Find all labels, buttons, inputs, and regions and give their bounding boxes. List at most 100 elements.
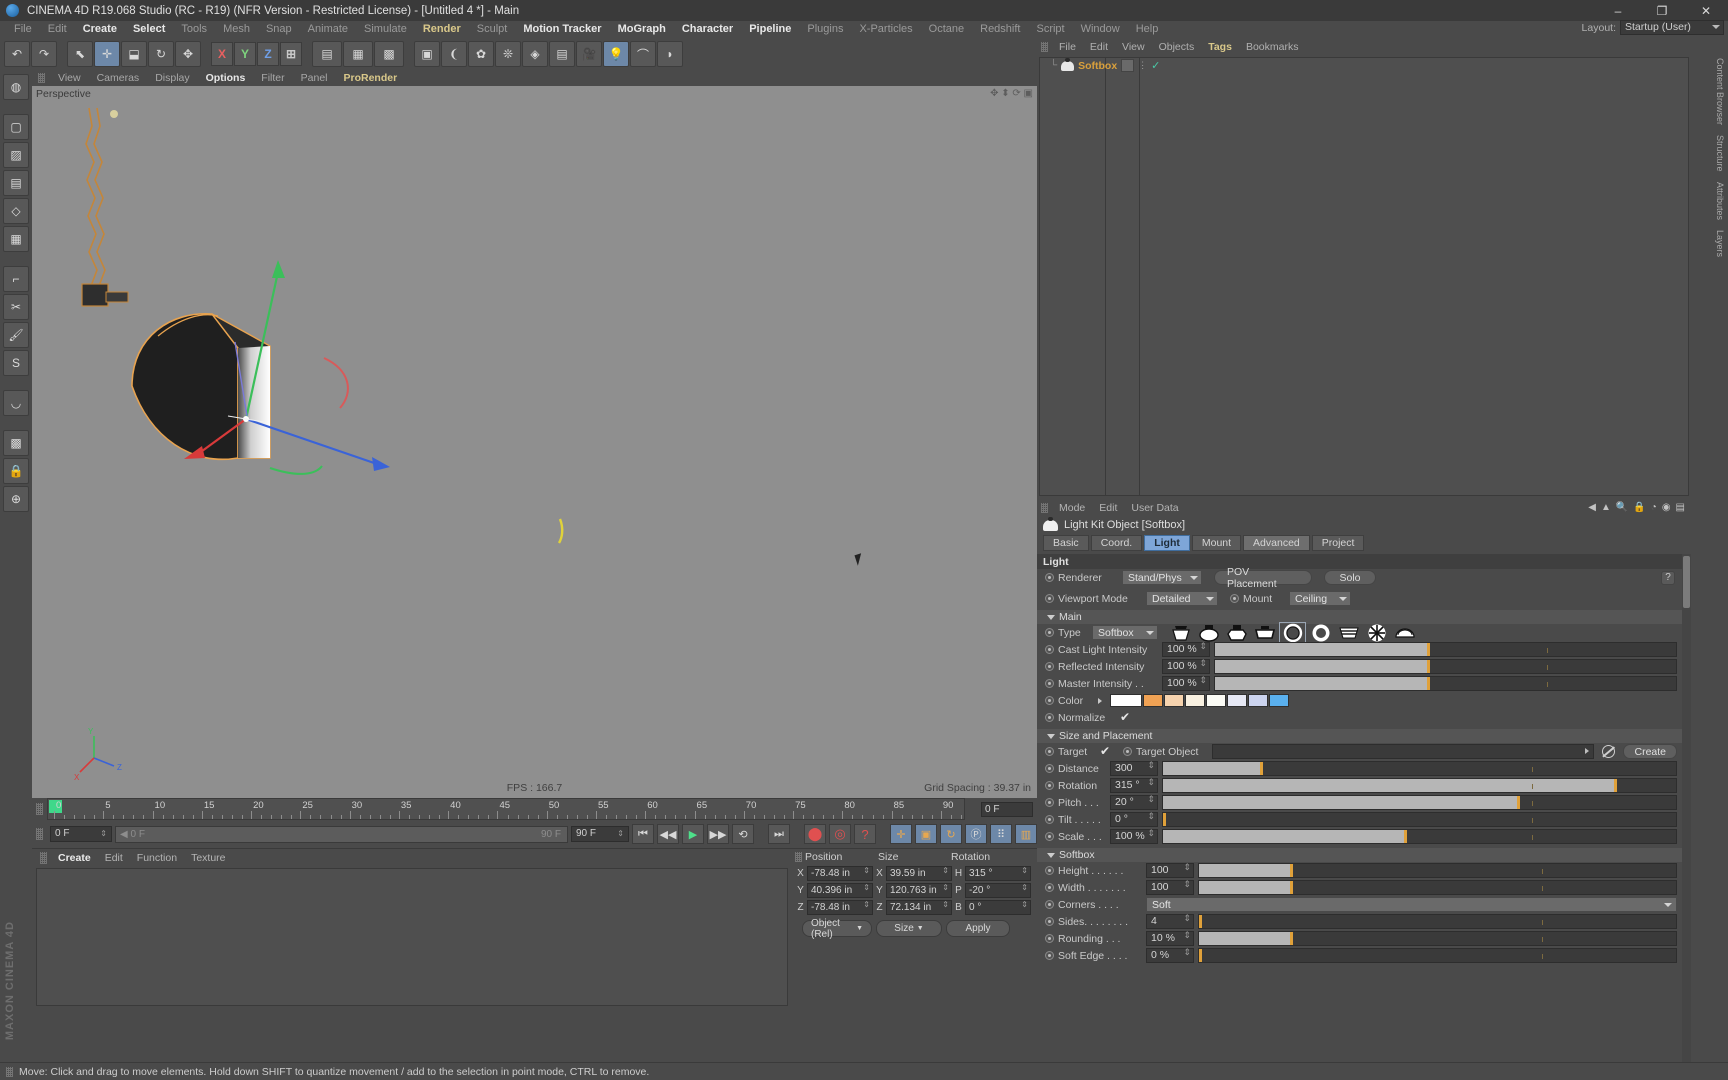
viewport-canvas[interactable]: Perspective ✥ ⬍ ⟳ ▣ Y Z X FPS: 166.7 Gr… — [32, 86, 1037, 798]
color-swatch[interactable] — [1185, 694, 1205, 707]
color-swatch[interactable] — [1227, 694, 1247, 707]
vertical-tab-content-browser[interactable]: Content Browser — [1715, 58, 1725, 125]
layers-icon[interactable]: ▤ — [3, 170, 29, 196]
param-dot-icon[interactable] — [1045, 934, 1054, 943]
pin-icon[interactable]: ◉ — [1662, 502, 1671, 513]
light-tag-icon[interactable] — [1121, 59, 1135, 72]
menu-icon[interactable]: ▤ — [1676, 502, 1685, 513]
magnet-icon[interactable]: ◡ — [3, 390, 29, 416]
soft-edge-slider[interactable] — [1198, 948, 1677, 963]
drag-handle-icon[interactable] — [36, 828, 43, 840]
menu-item-pipeline[interactable]: Pipeline — [741, 21, 799, 38]
key-rotation-button[interactable]: ↻ — [940, 824, 962, 844]
material-menu-edit[interactable]: Edit — [98, 852, 130, 864]
tilt-value-field[interactable]: 0 ° ⇕ — [1110, 812, 1158, 827]
dome-icon[interactable] — [1392, 623, 1417, 643]
param-dot-icon[interactable] — [1045, 917, 1054, 926]
color-swatch[interactable] — [1269, 694, 1289, 707]
axis-lock-x-button[interactable]: X — [211, 42, 233, 66]
viewport-menu-options[interactable]: Options — [199, 72, 253, 84]
param-dot-icon[interactable] — [1123, 747, 1132, 756]
menu-item-simulate[interactable]: Simulate — [356, 21, 415, 38]
width-slider[interactable] — [1198, 880, 1677, 895]
color-swatch[interactable] — [1206, 694, 1226, 707]
normalize-checkbox[interactable]: ✔ — [1120, 711, 1131, 723]
menu-item-octane[interactable]: Octane — [921, 21, 972, 38]
close-button[interactable]: ✕ — [1684, 0, 1728, 21]
environment-icon[interactable]: ▤ — [549, 41, 575, 67]
axis-lock-y-button[interactable]: Y — [234, 42, 256, 66]
distance-value-field[interactable]: 300 ⇕ — [1110, 761, 1158, 776]
axis-lock-z-button[interactable]: Z — [257, 42, 279, 66]
corners-dropdown[interactable]: Soft — [1146, 897, 1677, 912]
ring-filled-icon[interactable] — [1308, 623, 1333, 643]
timeline-end-field[interactable]: 0 F — [981, 801, 1033, 817]
striped-box-icon[interactable] — [1336, 623, 1361, 643]
play-button[interactable]: ▶ — [682, 824, 704, 844]
param-dot-icon[interactable] — [1045, 883, 1054, 892]
param-dot-icon[interactable] — [1045, 781, 1054, 790]
viewport-menu-panel[interactable]: Panel — [294, 72, 335, 84]
color-swatch[interactable] — [1164, 694, 1184, 707]
group-softbox-header[interactable]: Softbox — [1037, 848, 1691, 862]
menu-item-plugins[interactable]: Plugins — [799, 21, 851, 38]
minimize-button[interactable]: – — [1596, 0, 1640, 21]
key-position-button[interactable]: ✛ — [890, 824, 912, 844]
timeline-scrub-bar[interactable]: ◀ 0 F 90 F — [115, 825, 568, 843]
material-menu-create[interactable]: Create — [51, 852, 98, 864]
range-end-field[interactable]: 90 F ⇕ — [571, 826, 629, 842]
pitch-value-field[interactable]: 20 ° ⇕ — [1110, 795, 1158, 810]
viewport-menu-cameras[interactable]: Cameras — [90, 72, 147, 84]
pov-placement-button[interactable]: POV Placement — [1214, 566, 1312, 590]
key-param-button[interactable]: ⠿ — [990, 824, 1012, 844]
vertical-tab-layers[interactable]: Layers — [1715, 230, 1725, 257]
scale-slider[interactable] — [1162, 829, 1677, 844]
maximize-button[interactable]: ❐ — [1640, 0, 1684, 21]
scale-value-field[interactable]: 100 % ⇕ — [1110, 829, 1158, 844]
lock-icon[interactable]: 🔒 — [1633, 502, 1645, 513]
menu-item-sculpt[interactable]: Sculpt — [469, 21, 516, 38]
height-slider[interactable] — [1198, 863, 1677, 878]
box-icon[interactable]: ▢ — [3, 114, 29, 140]
redo-icon[interactable]: ↷ — [31, 41, 57, 67]
visibility-check-icon[interactable]: ✓ — [1151, 59, 1160, 72]
history-icon[interactable]: ◔ — [1651, 502, 1657, 513]
umbrella-icon[interactable] — [1364, 623, 1389, 643]
master-intensity-slider[interactable] — [1214, 676, 1677, 691]
layout-dropdown[interactable]: Startup (User) — [1620, 20, 1724, 35]
create-target-button[interactable]: Create — [1623, 744, 1677, 759]
param-dot-icon[interactable] — [1045, 798, 1054, 807]
knife-icon[interactable]: ✂ — [3, 294, 29, 320]
param-dot-icon[interactable] — [1230, 594, 1239, 603]
key-pla-button[interactable]: Ⓟ — [965, 824, 987, 844]
move-icon[interactable]: ✛ — [94, 41, 120, 67]
light-icon[interactable]: 💡 — [603, 41, 629, 67]
menu-item-character[interactable]: Character — [674, 21, 741, 38]
tab-advanced[interactable]: Advanced — [1243, 535, 1310, 551]
sides-value-field[interactable]: 4 ⇕ — [1146, 914, 1194, 929]
group-size-placement-header[interactable]: Size and Placement — [1037, 729, 1691, 743]
reflected-intensity-value-field[interactable]: 100 % ⇕ — [1162, 659, 1210, 674]
up-arrow-icon[interactable]: ▲ — [1601, 502, 1611, 513]
material-icon[interactable]: ◗ — [657, 41, 683, 67]
keyframe-help-button[interactable]: ? — [854, 824, 876, 844]
param-dot-icon[interactable] — [1045, 594, 1054, 603]
select-live-icon[interactable]: ⬉ — [67, 41, 93, 67]
tab-project[interactable]: Project — [1311, 535, 1365, 551]
menu-item-tools[interactable]: Tools — [173, 21, 215, 38]
drag-handle-icon[interactable] — [38, 73, 45, 83]
menu-item-select[interactable]: Select — [125, 21, 173, 38]
material-menu-function[interactable]: Function — [130, 852, 184, 864]
param-dot-icon[interactable] — [1045, 747, 1054, 756]
key-selected-objects-button[interactable]: ▥ — [1015, 824, 1037, 844]
world-object-axis-button[interactable]: ⊞ — [280, 42, 302, 66]
ring-open-icon[interactable] — [1279, 621, 1306, 644]
drag-handle-icon[interactable] — [6, 1066, 13, 1077]
param-dot-icon[interactable] — [1045, 900, 1054, 909]
sides-slider[interactable] — [1198, 914, 1677, 929]
attr-menu-mode[interactable]: Mode — [1052, 502, 1092, 514]
reflected-intensity-slider[interactable] — [1214, 659, 1677, 674]
drag-handle-icon[interactable] — [40, 851, 47, 864]
size-field[interactable]: 120.763 in ⇕ — [886, 882, 952, 898]
apply-button[interactable]: Apply — [946, 920, 1010, 937]
